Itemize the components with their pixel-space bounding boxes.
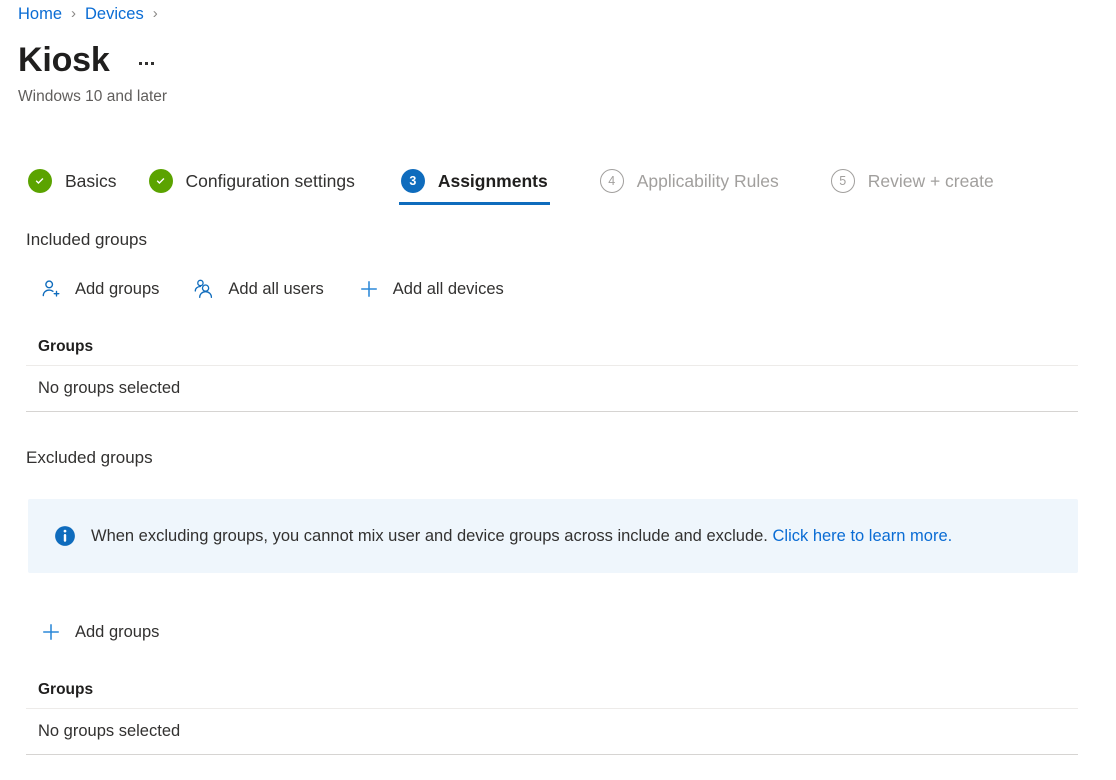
table-row: No groups selected	[26, 709, 1078, 755]
tab-label-configuration-settings: Configuration settings	[186, 171, 355, 192]
tab-label-applicability-rules: Applicability Rules	[637, 171, 779, 192]
intune-create-profile-page: Home › Devices › Kiosk Windows 10 and la…	[0, 0, 1116, 780]
page-subtitle: Windows 10 and later	[18, 88, 167, 106]
tab-assignments[interactable]: 3 Assignments	[399, 160, 550, 202]
plus-icon	[38, 620, 64, 644]
column-header-groups: Groups	[26, 671, 1078, 709]
tab-label-basics: Basics	[65, 171, 117, 192]
tab-applicability-rules[interactable]: 4 Applicability Rules	[598, 160, 781, 202]
add-all-devices-label: Add all devices	[393, 280, 504, 299]
included-groups-heading: Included groups	[26, 230, 147, 250]
wizard-tabs: Basics Configuration settings 3 Assignme…	[26, 160, 996, 208]
check-circle-icon	[149, 169, 173, 193]
tab-configuration-settings[interactable]: Configuration settings	[147, 160, 357, 202]
people-icon	[191, 277, 217, 301]
tab-basics[interactable]: Basics	[26, 160, 119, 202]
info-banner-message: When excluding groups, you cannot mix us…	[91, 527, 768, 545]
check-circle-icon	[28, 169, 52, 193]
page-title: Kiosk	[18, 40, 110, 80]
info-banner-text: When excluding groups, you cannot mix us…	[91, 525, 952, 547]
included-groups-table: Groups No groups selected	[26, 328, 1078, 412]
step-number-badge: 3	[401, 169, 425, 193]
breadcrumb-chevron-icon: ›	[153, 6, 158, 21]
step-number-badge: 4	[600, 169, 624, 193]
ellipsis-dot-icon	[151, 62, 154, 65]
add-all-users-button[interactable]: Add all users	[187, 272, 331, 306]
add-all-devices-button[interactable]: Add all devices	[352, 272, 512, 306]
column-header-groups: Groups	[26, 328, 1078, 366]
step-number-badge: 5	[831, 169, 855, 193]
add-groups-button[interactable]: Add groups	[34, 272, 167, 306]
more-options-button[interactable]	[132, 48, 162, 78]
tab-label-assignments: Assignments	[438, 171, 548, 192]
tab-review-create[interactable]: 5 Review + create	[829, 160, 996, 202]
person-add-icon	[38, 277, 64, 301]
add-groups-label: Add groups	[75, 280, 159, 299]
excluded-groups-commandbar: Add groups	[34, 615, 187, 649]
excluded-groups-table: Groups No groups selected	[26, 671, 1078, 755]
breadcrumb: Home › Devices ›	[18, 2, 167, 26]
page-header: Kiosk	[18, 38, 162, 82]
breadcrumb-link-devices[interactable]: Devices	[85, 5, 144, 24]
plus-icon	[356, 277, 382, 301]
info-icon	[54, 525, 76, 547]
tab-label-review-create: Review + create	[868, 171, 994, 192]
exclude-info-banner: When excluding groups, you cannot mix us…	[28, 499, 1078, 573]
ellipsis-dot-icon	[139, 62, 142, 65]
table-row: No groups selected	[26, 366, 1078, 412]
exclude-add-groups-button[interactable]: Add groups	[34, 615, 167, 649]
ellipsis-dot-icon	[145, 62, 148, 65]
exclude-add-groups-label: Add groups	[75, 623, 159, 642]
learn-more-link[interactable]: Click here to learn more.	[773, 527, 953, 545]
included-groups-commandbar: Add groups Add all users Add all devices	[34, 272, 532, 306]
breadcrumb-chevron-icon: ›	[71, 6, 76, 21]
tab-active-underline	[399, 202, 550, 205]
excluded-groups-heading: Excluded groups	[26, 448, 153, 468]
add-all-users-label: Add all users	[228, 280, 323, 299]
breadcrumb-link-home[interactable]: Home	[18, 5, 62, 24]
